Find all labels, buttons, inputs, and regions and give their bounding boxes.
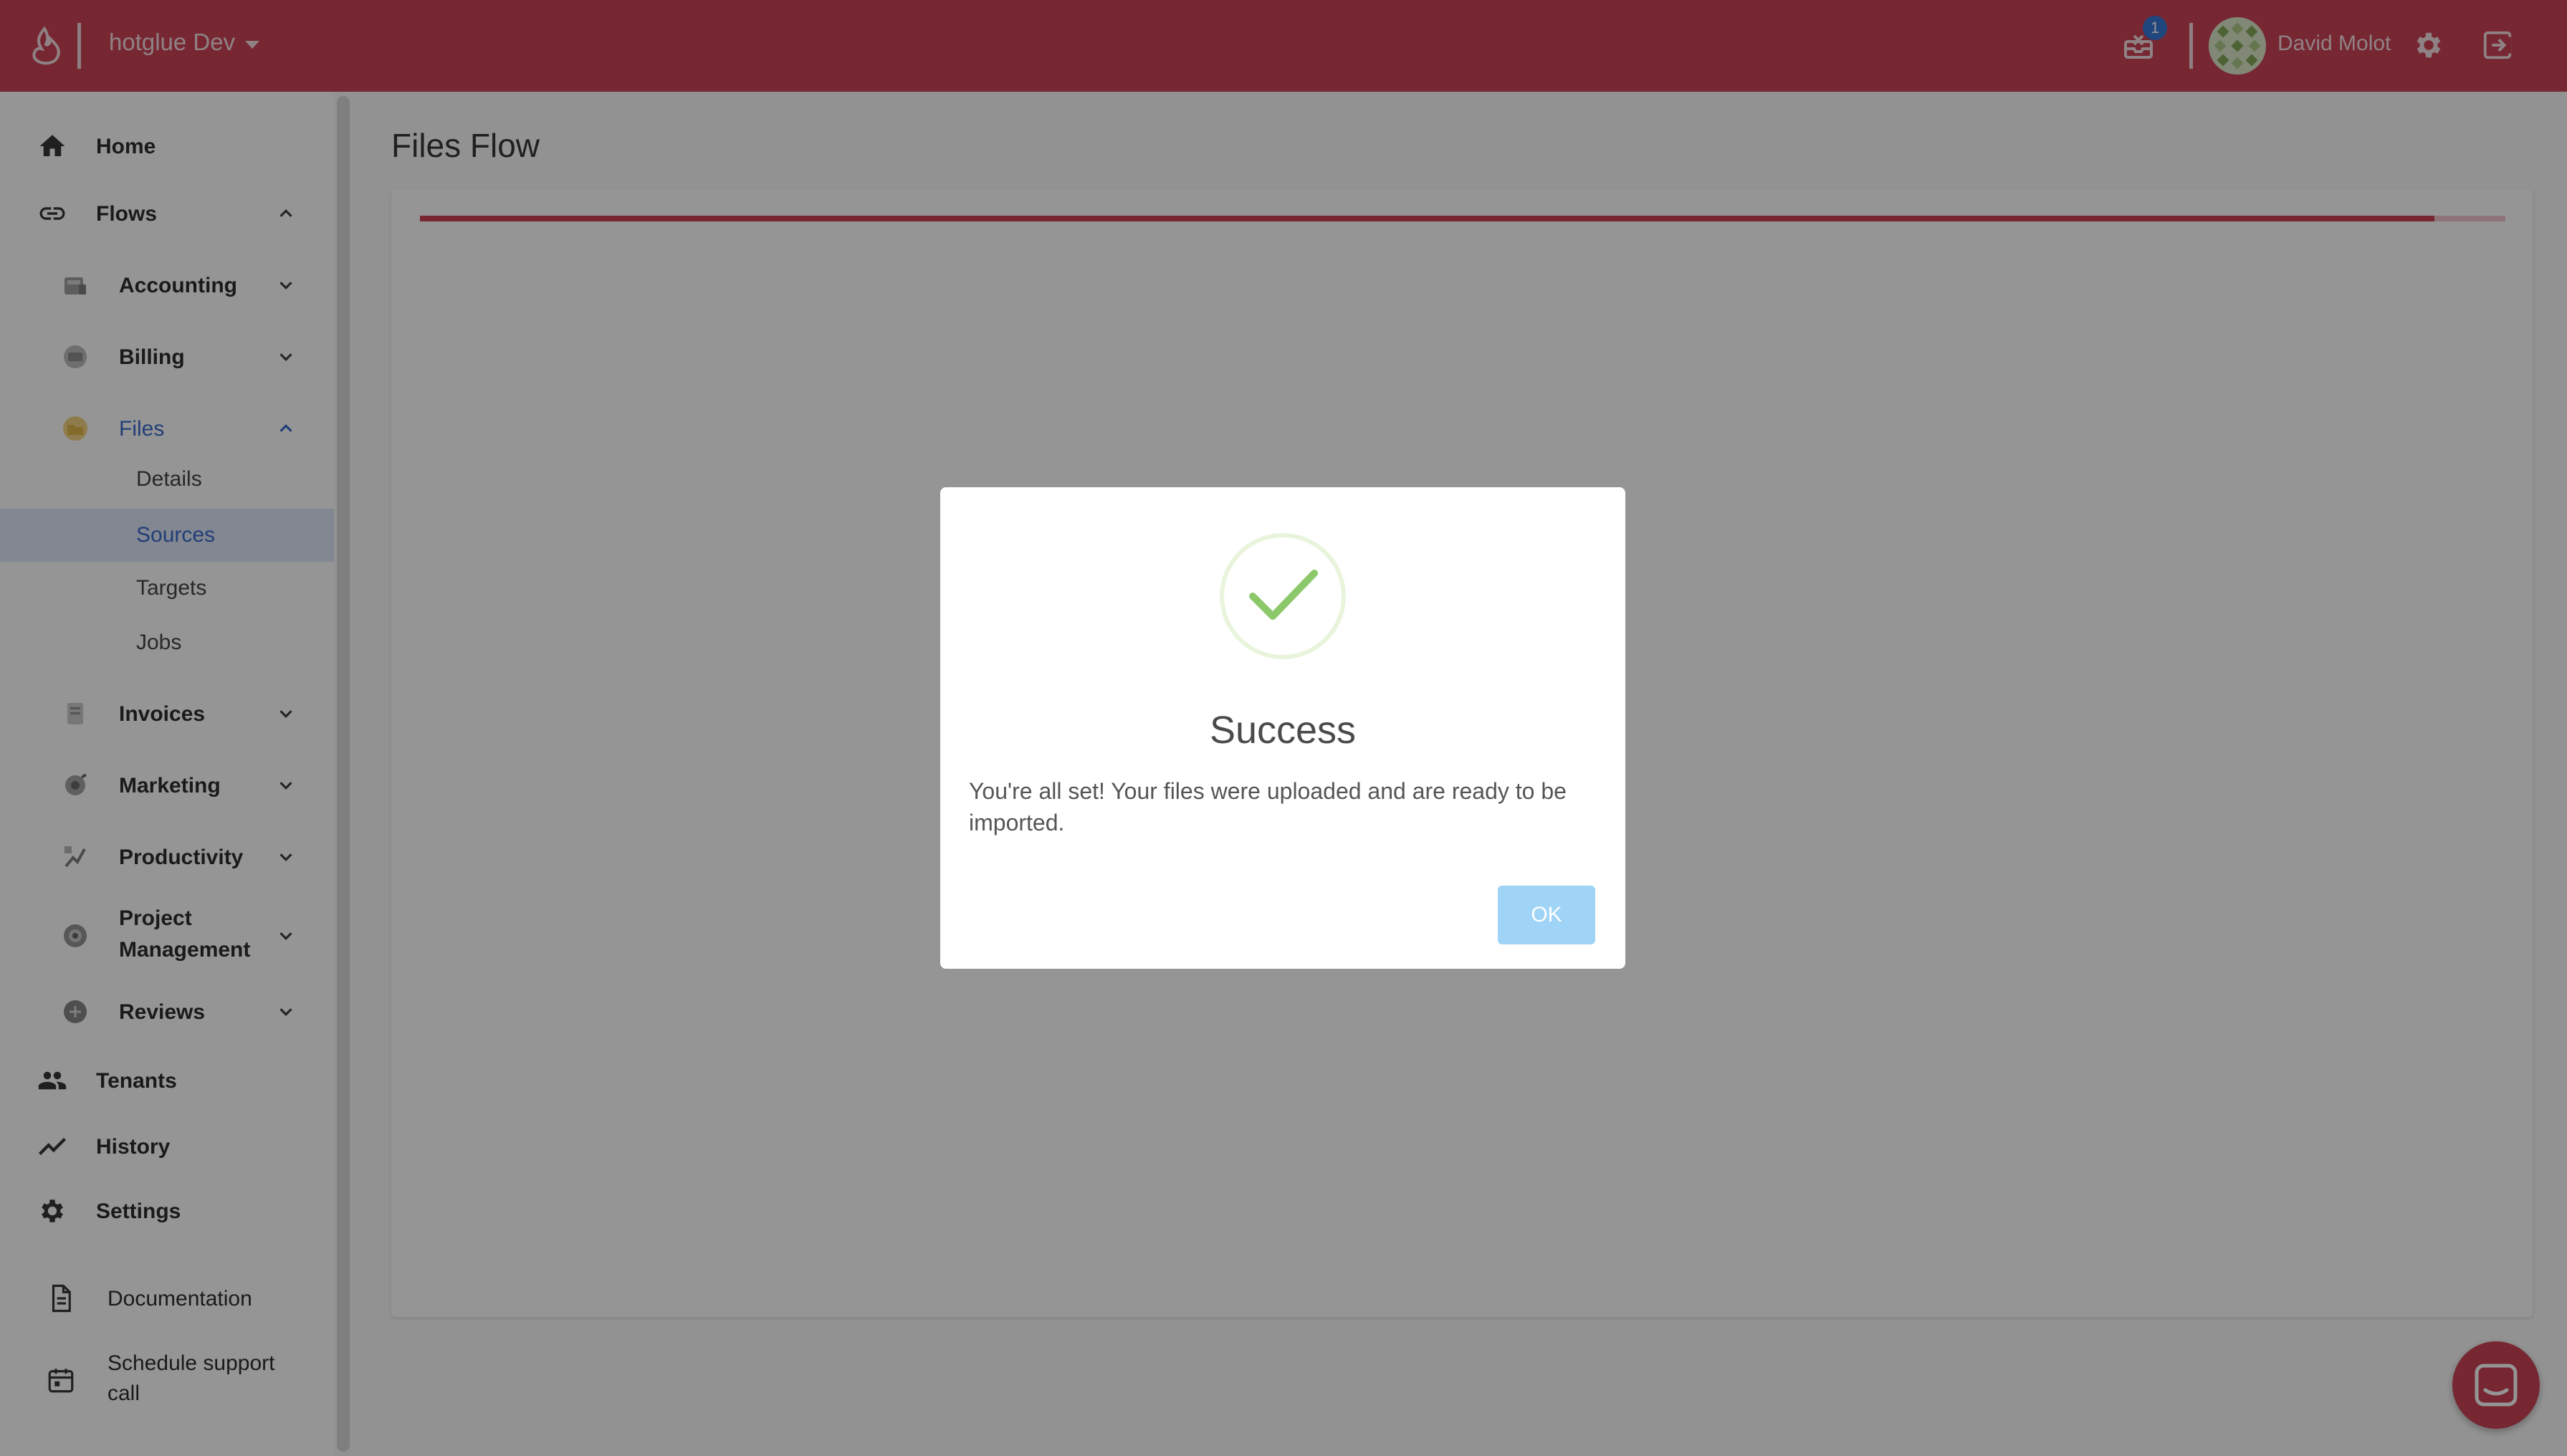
success-dialog: Success You're all set! Your files were … bbox=[940, 487, 1625, 969]
dialog-message: You're all set! Your files were uploaded… bbox=[969, 778, 1567, 835]
success-check-icon bbox=[1220, 533, 1346, 659]
ok-button[interactable]: OK bbox=[1498, 886, 1595, 944]
dialog-title: Success bbox=[1209, 709, 1357, 752]
